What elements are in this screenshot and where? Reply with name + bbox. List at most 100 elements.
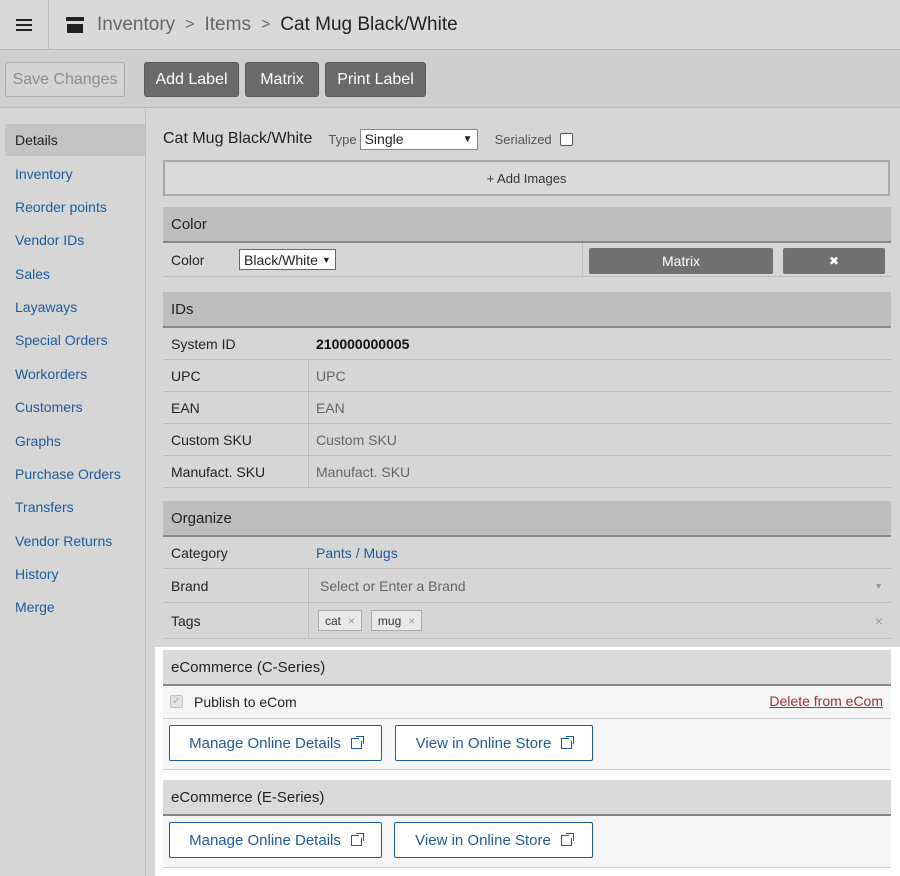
- sidebar-item-history[interactable]: History: [5, 558, 145, 590]
- breadcrumb-inventory[interactable]: Inventory: [97, 14, 175, 36]
- system-id-value: 210000000005: [316, 335, 410, 352]
- tag-chip: cat ×: [318, 610, 363, 631]
- external-link-icon: [350, 734, 365, 749]
- ean-field[interactable]: EAN: [309, 392, 891, 423]
- toolbar: Save Changes Add Label Matrix Print Labe…: [0, 51, 900, 108]
- tags-input[interactable]: cat × mug × ×: [309, 603, 891, 638]
- manage-online-details-button[interactable]: Manage Online Details: [169, 725, 382, 761]
- brand-placeholder: Select or Enter a Brand: [320, 577, 466, 594]
- manage-online-details-button[interactable]: Manage Online Details: [169, 822, 382, 858]
- caret-down-icon: ▼: [874, 580, 883, 591]
- ids-row-upc: UPC UPC: [163, 360, 891, 392]
- sidebar-item-purchase-orders[interactable]: Purchase Orders: [5, 458, 145, 490]
- breadcrumb: Inventory > Items > Cat Mug Black/White: [66, 0, 458, 50]
- tag-label: cat: [325, 613, 342, 628]
- sidebar: Details Inventory Reorder points Vendor …: [0, 109, 146, 876]
- tag-label: mug: [377, 613, 402, 628]
- menu-icon[interactable]: [0, 0, 49, 50]
- color-row: Color Black/White ▼: [163, 243, 891, 277]
- serialized-checkbox[interactable]: [559, 132, 573, 146]
- remove-color-button[interactable]: ✖: [783, 248, 885, 274]
- sidebar-item-layaways[interactable]: Layaways: [5, 291, 145, 323]
- remove-tag-icon[interactable]: ×: [348, 614, 355, 628]
- tags-label: Tags: [163, 603, 309, 638]
- add-label-button[interactable]: Add Label: [144, 62, 239, 97]
- custom-sku-label: Custom SKU: [163, 424, 309, 455]
- sidebar-item-inventory[interactable]: Inventory: [5, 158, 145, 190]
- view-in-online-store-button[interactable]: View in Online Store: [395, 725, 593, 761]
- breadcrumb-separator: >: [260, 16, 271, 33]
- ids-section-header: IDs: [163, 292, 891, 328]
- type-select[interactable]: Single ▼: [359, 128, 478, 150]
- close-icon: ✖: [828, 254, 840, 268]
- type-value: Single: [364, 131, 404, 147]
- view-in-online-store-label: View in Online Store: [415, 831, 551, 849]
- save-changes-button[interactable]: Save Changes: [5, 62, 125, 97]
- category-label: Category: [171, 544, 228, 561]
- item-name: Cat Mug Black/White: [163, 130, 313, 147]
- main-content: Cat Mug Black/White Type Single ▼ Serial…: [146, 109, 900, 876]
- manage-online-details-label: Manage Online Details: [189, 831, 341, 849]
- sidebar-item-graphs[interactable]: Graphs: [5, 425, 145, 457]
- color-matrix-button[interactable]: Matrix: [589, 248, 773, 274]
- sidebar-item-workorders[interactable]: Workorders: [5, 358, 145, 390]
- organize-row-category: Category Pants / Mugs: [163, 537, 891, 569]
- custom-sku-field[interactable]: Custom SKU: [309, 424, 891, 455]
- archive-box-icon: [66, 17, 84, 33]
- manage-online-details-label: Manage Online Details: [189, 734, 341, 752]
- breadcrumb-separator: >: [185, 16, 195, 33]
- sidebar-item-details[interactable]: Details: [5, 124, 145, 156]
- brand-select[interactable]: Select or Enter a Brand ▼: [309, 569, 891, 602]
- ids-row-system-id: System ID 210000000005: [163, 328, 891, 360]
- ids-row-custom-sku: Custom SKU Custom SKU: [163, 424, 891, 456]
- chevron-down-icon: ▼: [462, 133, 473, 145]
- delete-from-ecom-link[interactable]: Delete from eCom: [769, 693, 883, 709]
- color-section-header: Color: [163, 207, 891, 243]
- ecom-e-header: eCommerce (E-Series): [163, 780, 891, 816]
- system-id-label: System ID: [171, 335, 236, 352]
- publish-row: ✓ Publish to eCom Delete from eCom: [163, 686, 891, 719]
- type-label: Type: [328, 131, 357, 147]
- ecommerce-panel: eCommerce (C-Series) ✓ Publish to eCom D…: [155, 647, 900, 876]
- sidebar-item-vendor-ids[interactable]: Vendor IDs: [5, 224, 145, 256]
- ecom-c-actions: Manage Online Details View in Online Sto…: [163, 719, 891, 770]
- sidebar-item-special-orders[interactable]: Special Orders: [5, 324, 145, 356]
- upc-field[interactable]: UPC: [309, 360, 891, 391]
- sidebar-item-sales[interactable]: Sales: [5, 258, 145, 290]
- ecom-e-actions: Manage Online Details View in Online Sto…: [163, 816, 891, 868]
- external-link-icon: [350, 831, 365, 846]
- tag-chip: mug ×: [370, 610, 423, 631]
- matrix-button[interactable]: Matrix: [245, 62, 319, 97]
- category-link[interactable]: Pants / Mugs: [309, 537, 891, 568]
- serialized-label: Serialized: [494, 131, 552, 147]
- color-value: Black/White: [244, 251, 318, 268]
- manufact-sku-label: Manufact. SKU: [163, 456, 309, 487]
- add-images-button[interactable]: + Add Images: [163, 160, 890, 196]
- breadcrumb-items[interactable]: Items: [205, 14, 251, 36]
- top-bar: Inventory > Items > Cat Mug Black/White: [0, 0, 900, 50]
- item-header: Cat Mug Black/White Type Single ▼ Serial…: [163, 127, 573, 151]
- brand-label: Brand: [163, 569, 309, 602]
- sidebar-item-customers[interactable]: Customers: [5, 391, 145, 423]
- color-select[interactable]: Black/White ▼: [239, 249, 336, 270]
- ids-row-ean: EAN EAN: [163, 392, 891, 424]
- remove-tag-icon[interactable]: ×: [408, 614, 415, 628]
- publish-checkbox[interactable]: ✓: [170, 695, 183, 708]
- sidebar-item-merge[interactable]: Merge: [5, 591, 145, 623]
- breadcrumb-current: Cat Mug Black/White: [280, 14, 458, 35]
- external-link-icon: [561, 734, 576, 749]
- sidebar-item-vendor-returns[interactable]: Vendor Returns: [5, 525, 145, 557]
- ecom-c-header: eCommerce (C-Series): [163, 650, 891, 686]
- organize-row-brand: Brand Select or Enter a Brand ▼: [163, 569, 891, 603]
- sidebar-item-reorder-points[interactable]: Reorder points: [5, 191, 145, 223]
- view-in-online-store-button[interactable]: View in Online Store: [394, 822, 593, 858]
- print-label-button[interactable]: Print Label: [325, 62, 426, 97]
- view-in-online-store-label: View in Online Store: [415, 734, 552, 752]
- divider: [582, 243, 583, 277]
- clear-tags-icon[interactable]: ×: [875, 613, 883, 629]
- color-row-label: Color: [171, 251, 205, 268]
- sidebar-item-transfers[interactable]: Transfers: [5, 491, 145, 523]
- external-link-icon: [560, 831, 575, 846]
- manufact-sku-field[interactable]: Manufact. SKU: [309, 456, 891, 487]
- organize-section-header: Organize: [163, 501, 891, 537]
